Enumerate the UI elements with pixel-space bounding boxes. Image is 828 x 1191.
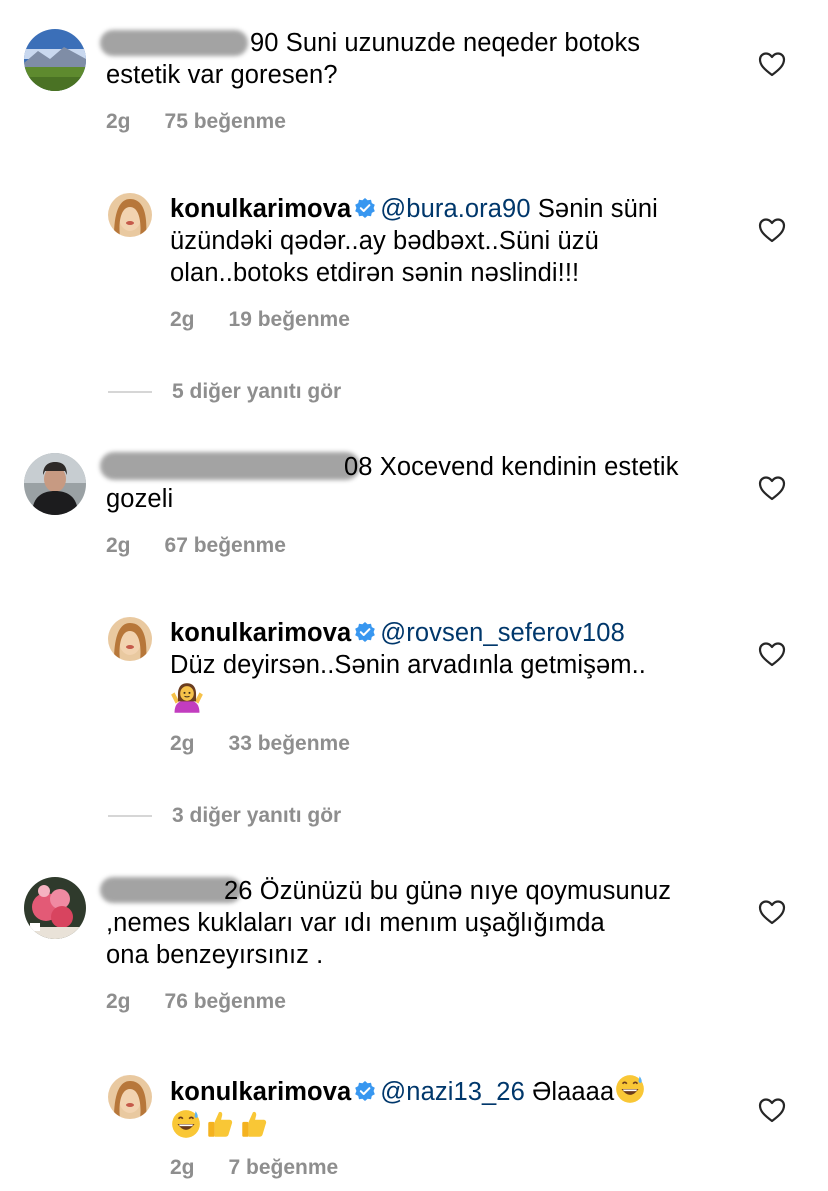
likes-count[interactable]: 75 beğenme — [165, 110, 286, 133]
avatar[interactable] — [24, 453, 86, 515]
comment-text: 90 Suni uzunuzde neqeder botoks estetik … — [106, 29, 641, 89]
username[interactable]: konulkarimova — [170, 1078, 351, 1106]
username-suffix: 90 — [250, 29, 279, 57]
mention-link[interactable]: @nazi13_26 — [380, 1078, 525, 1106]
timestamp: 2g — [170, 1156, 195, 1179]
likes-count[interactable]: 76 beğenme — [165, 990, 286, 1013]
timestamp: 2g — [106, 990, 131, 1013]
comment-text: 26 Özünüzü bu günə nıye qoymusunuz ,neme… — [106, 877, 672, 969]
likes-count[interactable]: 7 beğenme — [229, 1156, 339, 1179]
comment-meta: 2g 67 beğenme — [106, 533, 286, 559]
comment-meta: 2g 75 beğenme — [106, 109, 286, 135]
comment-meta: 2g 76 beğenme — [106, 989, 286, 1015]
timestamp: 2g — [106, 110, 131, 133]
timestamp: 2g — [170, 732, 195, 755]
reply-meta: 2g 33 beğenme — [170, 731, 350, 757]
comment-text: 08 Xocevend kendinin estetik gozeli — [106, 453, 679, 513]
heart-outline-icon[interactable] — [758, 217, 786, 243]
username[interactable]: konulkarimova — [170, 195, 351, 223]
verified-badge-icon — [355, 1081, 376, 1101]
username-suffix: 08 — [344, 453, 373, 481]
heart-outline-icon[interactable] — [758, 475, 786, 501]
likes-count[interactable]: 19 beğenme — [229, 308, 350, 331]
divider — [108, 815, 152, 818]
view-more-replies[interactable]: 5 diğer yanıtı gör — [108, 380, 341, 404]
grinning-sweat-emoji-icon — [172, 1110, 200, 1138]
timestamp: 2g — [170, 308, 195, 331]
view-more-replies[interactable]: 3 diğer yanıtı gör — [108, 804, 341, 828]
reply-text: konulkarimova @rovsen_seferov108 Düz deyi… — [170, 617, 750, 718]
reply-text: konulkarimova @nazi13_26 Əlaaaa — [170, 1073, 750, 1143]
avatar-reply[interactable] — [108, 193, 152, 237]
verified-badge-icon — [355, 198, 376, 218]
verified-badge-icon — [355, 622, 376, 642]
reply-meta: 2g 7 beğenme — [170, 1155, 338, 1181]
heart-outline-icon[interactable] — [758, 51, 786, 77]
avatar-reply[interactable] — [108, 617, 152, 661]
heart-outline-icon[interactable] — [758, 641, 786, 667]
thumbs-up-emoji-icon — [208, 1111, 233, 1137]
thumbs-up-emoji-icon — [242, 1111, 267, 1137]
username-suffix: 26 — [224, 877, 253, 905]
avatar[interactable] — [24, 29, 86, 91]
mention-link[interactable]: @bura.ora90 — [380, 195, 530, 223]
timestamp: 2g — [106, 534, 131, 557]
avatar-reply[interactable] — [108, 1075, 152, 1119]
grinning-sweat-emoji-icon — [616, 1075, 645, 1103]
person-shrugging-emoji-icon — [171, 683, 203, 713]
heart-outline-icon[interactable] — [758, 1097, 786, 1123]
mention-link[interactable]: @rovsen_seferov108 — [380, 619, 625, 647]
avatar[interactable] — [24, 877, 86, 939]
divider — [108, 391, 152, 394]
likes-count[interactable]: 67 beğenme — [165, 534, 286, 557]
username[interactable]: konulkarimova — [170, 619, 351, 647]
likes-count[interactable]: 33 beğenme — [229, 732, 350, 755]
heart-outline-icon[interactable] — [758, 899, 786, 925]
reply-text: konulkarimova @bura.ora90 Sənin süni üzün… — [170, 195, 658, 287]
reply-meta: 2g 19 beğenme — [170, 307, 350, 333]
